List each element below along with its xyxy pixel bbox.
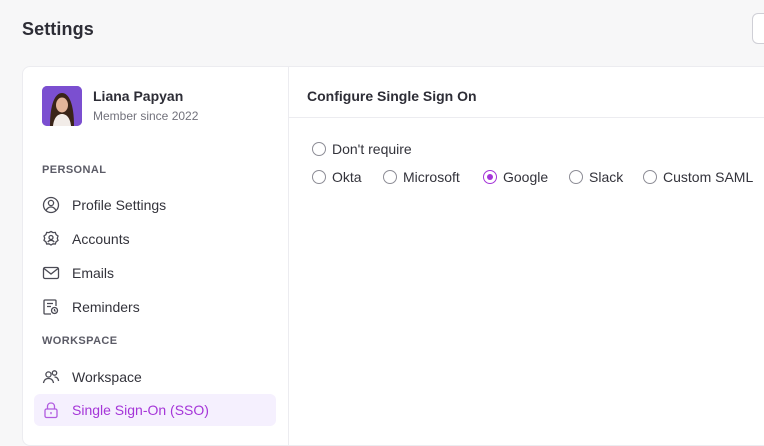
page-title: Settings: [22, 19, 94, 39]
radio-circle[interactable]: [383, 170, 397, 184]
sidebar-item-profile-settings[interactable]: Profile Settings: [34, 189, 276, 221]
sidebar-item-label: Accounts: [72, 231, 130, 247]
user-gear-icon: [42, 230, 60, 248]
sidebar-item-accounts[interactable]: Accounts: [34, 223, 276, 255]
header-action-button[interactable]: [752, 13, 764, 44]
sidebar-item-label: Emails: [72, 265, 115, 281]
radio-circle[interactable]: [643, 170, 657, 184]
profile-name: Liana Papyan: [93, 88, 184, 104]
content-header: Configure Single Sign On: [289, 67, 764, 118]
sidebar-item-emails[interactable]: Emails: [34, 257, 276, 289]
radio-label: Google: [503, 169, 549, 185]
lock-icon: [42, 401, 60, 419]
avatar: [42, 86, 82, 126]
settings-card: Liana Papyan Member since 2022 PERSONAL …: [22, 66, 764, 446]
content-title: Configure Single Sign On: [307, 88, 477, 104]
sidebar-item-workspace[interactable]: Workspace: [34, 361, 276, 393]
radio-circle[interactable]: [483, 170, 497, 184]
sidebar-item-label: Single Sign-On (SSO): [72, 402, 209, 418]
radio-circle[interactable]: [312, 142, 326, 156]
sidebar-item-label: Profile Settings: [72, 197, 167, 213]
settings-sidebar: Liana Papyan Member since 2022 PERSONAL …: [23, 67, 289, 445]
reminder-icon: [42, 298, 60, 316]
sidebar-item-sso[interactable]: Single Sign-On (SSO): [34, 394, 276, 426]
radio-circle[interactable]: [312, 170, 326, 184]
radio-label: Microsoft: [403, 169, 460, 185]
radio-label: Don't require: [332, 141, 412, 157]
section-label-personal: PERSONAL: [42, 164, 107, 176]
sidebar-item-label: Reminders: [72, 299, 140, 315]
sidebar-item-reminders[interactable]: Reminders: [34, 291, 276, 323]
envelope-icon: [42, 264, 60, 282]
user-circle-icon: [42, 196, 60, 214]
users-icon: [42, 368, 60, 386]
profile-member-since: Member since 2022: [93, 109, 199, 123]
radio-label: Custom SAML: [663, 169, 754, 185]
section-label-workspace: WORKSPACE: [42, 335, 118, 347]
radio-circle[interactable]: [569, 170, 583, 184]
radio-label: Slack: [589, 169, 624, 185]
radio-label: Okta: [332, 169, 362, 185]
sidebar-item-label: Workspace: [72, 369, 142, 385]
